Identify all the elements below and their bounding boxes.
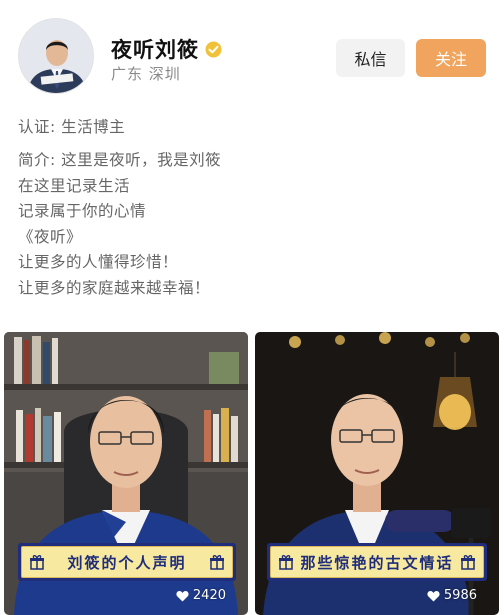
message-button[interactable]: 私信 <box>336 39 405 77</box>
bio-line: 让更多的人懂得珍惜！ <box>18 253 179 272</box>
video-title: 刘筱的个人声明 <box>67 553 187 572</box>
heart-icon <box>427 590 440 602</box>
follow-button[interactable]: 关注 <box>416 39 486 77</box>
bio-line: 让更多的家庭越来越幸福！ <box>18 278 211 297</box>
like-count-value: 2420 <box>192 588 226 603</box>
video-title-banner: 刘筱的个人声明 <box>18 543 236 581</box>
profile-name: 夜听刘筱 <box>111 38 199 62</box>
certification-text: 认证: 生活博主 <box>18 118 126 136</box>
bio-line: 简介: 这里是夜听，我是刘筱 <box>18 151 222 169</box>
bio-line: 《夜听》 <box>18 227 83 246</box>
profile-name-row: 夜听刘筱 <box>111 34 222 64</box>
video-title-banner: 那些惊艳的古文情话 <box>267 543 487 581</box>
profile-location: 广东 深圳 <box>111 65 181 83</box>
bio-line: 在这里记录生活 <box>18 176 131 195</box>
heart-icon <box>176 590 189 602</box>
video-card[interactable]: 刘筱的个人声明 2420 <box>4 332 248 615</box>
video-card[interactable]: 那些惊艳的古文情话 5986 <box>255 332 499 615</box>
gift-icon <box>209 554 225 570</box>
verified-badge-icon <box>205 41 222 58</box>
video-title: 那些惊艳的古文情话 <box>300 553 454 572</box>
bio: 简介: 这里是夜听，我是刘筱 在这里记录生活 记录属于你的心情 《夜听》 让更多… <box>18 148 488 302</box>
like-count: 5986 <box>427 588 477 603</box>
gift-icon <box>460 554 476 570</box>
gift-icon <box>29 554 45 570</box>
bio-line: 记录属于你的心情 <box>18 202 147 221</box>
like-count: 2420 <box>176 588 226 603</box>
avatar[interactable] <box>18 18 94 94</box>
gift-icon <box>278 554 294 570</box>
like-count-value: 5986 <box>443 588 477 603</box>
